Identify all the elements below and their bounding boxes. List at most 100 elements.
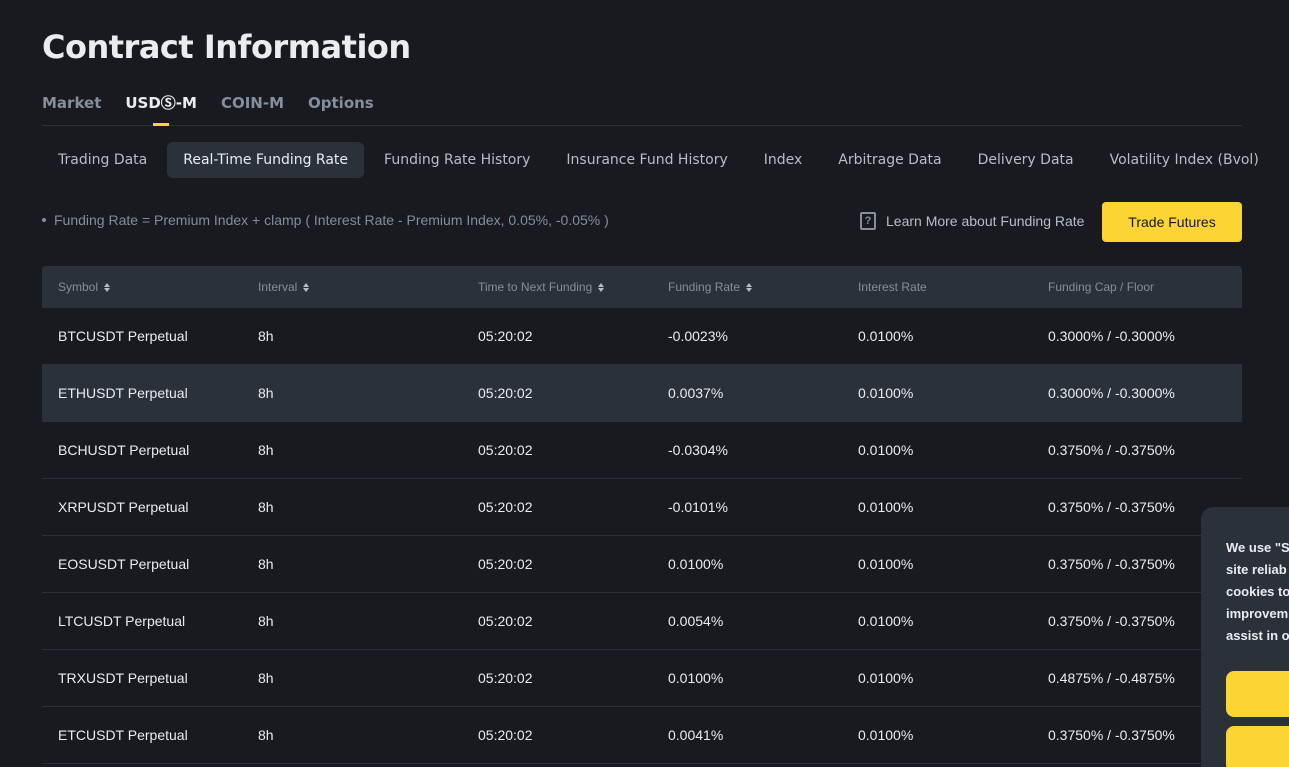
column-header-label: Symbol [58, 280, 99, 294]
column-header-label: Funding Rate [668, 280, 741, 294]
cookie-secondary-button[interactable] [1226, 726, 1289, 767]
column-header-funding-cap-floor: Funding Cap / Floor [1032, 280, 1242, 294]
cell-next-funding: 05:20:02 [478, 442, 533, 458]
cell-interest-rate: 0.0100% [858, 385, 914, 401]
trade-futures-button[interactable]: Trade Futures [1102, 202, 1242, 242]
cell-next-funding: 05:20:02 [478, 670, 533, 686]
sort-icon[interactable] [104, 282, 111, 292]
sort-icon[interactable] [303, 282, 310, 292]
table-row[interactable]: LTCUSDT Perpetual 8h 05:20:02 0.0054% 0.0100… [42, 593, 1242, 650]
table-row[interactable]: BTCUSDT Perpetual 8h 05:20:02 -0.0023% 0.010… [42, 308, 1242, 365]
help-book-icon: ? [860, 212, 876, 230]
tab-options[interactable]: Options [308, 92, 374, 126]
cell-funding-rate: 0.0054% [668, 613, 724, 629]
table-row[interactable]: TRXUSDT Perpetual 8h 05:20:02 0.0100% 0.0100… [42, 650, 1242, 707]
cell-next-funding: 05:20:02 [478, 613, 533, 629]
sort-icon[interactable] [598, 282, 605, 292]
column-header-time-to-next-funding[interactable]: Time to Next Funding [462, 280, 652, 294]
tab-coin-m[interactable]: COIN-M [221, 92, 284, 126]
cell-interval: 8h [258, 328, 274, 344]
sub-tabs: Trading Data Real-Time Funding Rate Fundin… [42, 142, 1275, 178]
cell-interest-rate: 0.0100% [858, 613, 914, 629]
cell-interval: 8h [258, 442, 274, 458]
tab-usds-m[interactable]: USDⓈ-M [125, 92, 197, 126]
table-row[interactable]: EOSUSDT Perpetual 8h 05:20:02 0.0100% 0.0100… [42, 536, 1242, 593]
column-header-symbol[interactable]: Symbol [42, 280, 242, 294]
column-header-interest-rate: Interest Rate [842, 280, 1032, 294]
cell-funding-rate: -0.0101% [668, 499, 728, 515]
sort-icon[interactable] [746, 282, 753, 292]
cell-symbol: ETHUSDT Perpetual [58, 385, 188, 401]
subtab-real-time-funding-rate[interactable]: Real-Time Funding Rate [167, 142, 365, 178]
cell-symbol: ETCUSDT Perpetual [58, 727, 188, 743]
cookie-text-line: improvem [1226, 606, 1289, 621]
cookie-text-line: We use "S [1226, 540, 1289, 555]
cell-next-funding: 05:20:02 [478, 328, 533, 344]
learn-more-link[interactable]: ? Learn More about Funding Rate [860, 212, 1084, 230]
cell-interval: 8h [258, 613, 274, 629]
funding-formula: Funding Rate = Premium Index + clamp ( I… [42, 212, 609, 228]
cell-next-funding: 05:20:02 [478, 556, 533, 572]
subtab-delivery-data[interactable]: Delivery Data [962, 142, 1090, 178]
page-title: Contract Information [42, 28, 411, 66]
table-header: Symbol Interval Time to Next Funding Fundin… [42, 266, 1242, 308]
cell-symbol: BTCUSDT Perpetual [58, 328, 188, 344]
subtab-funding-rate-history[interactable]: Funding Rate History [368, 142, 546, 178]
column-header-label: Interest Rate [858, 280, 927, 294]
cell-funding-rate: 0.0041% [668, 727, 724, 743]
cell-interval: 8h [258, 499, 274, 515]
cell-symbol: EOSUSDT Perpetual [58, 556, 190, 572]
learn-more-label: Learn More about Funding Rate [886, 213, 1085, 229]
cell-next-funding: 05:20:02 [478, 385, 533, 401]
table-body: BTCUSDT Perpetual 8h 05:20:02 -0.0023% 0.010… [42, 308, 1242, 764]
table-row[interactable]: ETCUSDT Perpetual 8h 05:20:02 0.0041% 0.0100… [42, 707, 1242, 764]
column-header-label: Funding Cap / Floor [1048, 280, 1155, 294]
cell-next-funding: 05:20:02 [478, 499, 533, 515]
table-row[interactable]: XRPUSDT Perpetual 8h 05:20:02 -0.0101% 0.010… [42, 479, 1242, 536]
cell-funding-rate: -0.0023% [668, 328, 728, 344]
cell-funding-rate: 0.0100% [668, 670, 724, 686]
cookie-text-line: cookies to [1226, 584, 1289, 599]
cell-interest-rate: 0.0100% [858, 499, 914, 515]
subtab-volatility-index-bvol[interactable]: Volatility Index (Bvol) [1094, 142, 1275, 178]
cell-interval: 8h [258, 556, 274, 572]
table-row[interactable]: BCHUSDT Perpetual 8h 05:20:02 -0.0304% 0.010… [42, 422, 1242, 479]
cell-cap-floor: 0.3000% / -0.3000% [1048, 328, 1175, 344]
cookie-accept-button[interactable] [1226, 671, 1289, 717]
cell-funding-rate: -0.0304% [668, 442, 728, 458]
cell-interest-rate: 0.0100% [858, 727, 914, 743]
cell-interest-rate: 0.0100% [858, 328, 914, 344]
cell-symbol: TRXUSDT Perpetual [58, 670, 188, 686]
cookie-text-line: site reliab [1226, 562, 1287, 577]
cell-interval: 8h [258, 727, 274, 743]
cookie-consent-panel: We use "S site reliab cookies to improvem as… [1201, 507, 1289, 767]
cell-next-funding: 05:20:02 [478, 727, 533, 743]
cell-symbol: BCHUSDT Perpetual [58, 442, 190, 458]
tab-market[interactable]: Market [42, 92, 101, 126]
column-header-label: Time to Next Funding [478, 280, 593, 294]
cell-symbol: XRPUSDT Perpetual [58, 499, 189, 515]
cell-cap-floor: 0.3750% / -0.3750% [1048, 442, 1175, 458]
cell-cap-floor: 0.3000% / -0.3000% [1048, 385, 1175, 401]
column-header-funding-rate[interactable]: Funding Rate [652, 280, 842, 294]
column-header-interval[interactable]: Interval [242, 280, 462, 294]
subtab-arbitrage-data[interactable]: Arbitrage Data [822, 142, 957, 178]
cell-interest-rate: 0.0100% [858, 556, 914, 572]
cell-interest-rate: 0.0100% [858, 670, 914, 686]
cell-interest-rate: 0.0100% [858, 442, 914, 458]
cookie-text-line: assist in o [1226, 628, 1289, 643]
bullet-icon [42, 218, 46, 222]
market-tabs: Market USDⓈ-M COIN-M Options [42, 92, 1242, 126]
formula-text: Funding Rate = Premium Index + clamp ( I… [54, 212, 609, 228]
cell-funding-rate: 0.0100% [668, 556, 724, 572]
funding-rate-table: Symbol Interval Time to Next Funding Fundin… [42, 266, 1242, 764]
subtab-index[interactable]: Index [748, 142, 819, 178]
cell-funding-rate: 0.0037% [668, 385, 724, 401]
cell-interval: 8h [258, 670, 274, 686]
subtab-trading-data[interactable]: Trading Data [42, 142, 163, 178]
table-row[interactable]: ETHUSDT Perpetual 8h 05:20:02 0.0037% 0.0100… [42, 365, 1242, 422]
column-header-label: Interval [258, 280, 298, 294]
cookie-text: We use "S site reliab cookies to improvem as… [1226, 537, 1289, 647]
cell-symbol: LTCUSDT Perpetual [58, 613, 186, 629]
subtab-insurance-fund-history[interactable]: Insurance Fund History [550, 142, 743, 178]
